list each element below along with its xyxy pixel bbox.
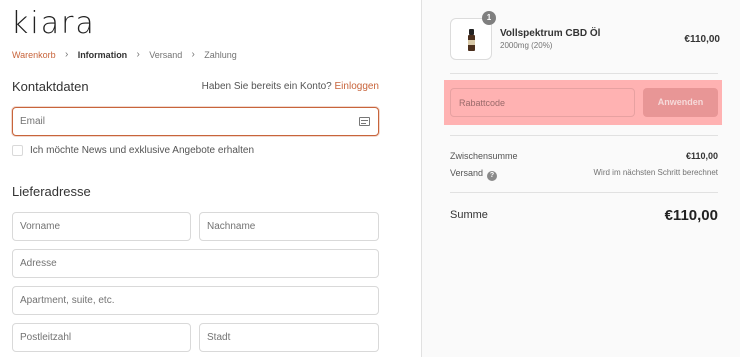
shipping-note: Wird im nächsten Schritt berechnet	[593, 168, 719, 177]
quantity-badge: 1	[482, 11, 496, 25]
shipping-row: Versand? Wird im nächsten Schritt berech…	[450, 168, 718, 181]
newsletter-option[interactable]: Ich möchte News und exklusive Angebote e…	[12, 145, 254, 156]
apply-discount-button[interactable]: Anwenden	[643, 88, 718, 117]
kiara-logo[interactable]: kiara	[11, 7, 96, 41]
total-value: €110,00	[664, 207, 718, 224]
subtotal-value: €110,00	[685, 151, 718, 161]
shipping-section-title: Lieferadresse	[12, 184, 91, 199]
last-name-field[interactable]: Nachname	[199, 212, 379, 241]
chevron-right-icon: ›	[191, 49, 195, 60]
address-field[interactable]: Adresse	[12, 249, 379, 278]
chevron-right-icon: ›	[136, 49, 140, 60]
product-name: Vollspektrum CBD Öl	[500, 28, 601, 39]
login-link[interactable]: Einloggen	[335, 81, 379, 92]
divider	[450, 135, 718, 136]
discount-code-input[interactable]: Rabattcode	[450, 88, 635, 117]
shipping-label: Versand	[450, 168, 484, 178]
order-summary-panel: 1 Vollspektrum CBD Öl 2000mg (20%) €110,…	[421, 0, 740, 357]
last-name-placeholder: Nachname	[207, 221, 256, 232]
email-field[interactable]: Email	[12, 107, 379, 136]
product-price: €110,00	[684, 34, 720, 45]
city-placeholder: Stadt	[207, 332, 231, 343]
oil-bottle-icon	[468, 29, 475, 51]
address-placeholder: Adresse	[20, 258, 57, 269]
zip-field[interactable]: Postleitzahl	[12, 323, 191, 352]
email-placeholder: Email	[20, 116, 46, 127]
breadcrumb-information: Information	[77, 49, 128, 60]
discount-placeholder: Rabattcode	[459, 97, 506, 108]
contact-section-title: Kontaktdaten	[12, 79, 89, 94]
subtotal-row: Zwischensumme €110,00	[450, 151, 718, 161]
login-prompt-text: Haben Sie bereits ein Konto?	[201, 81, 332, 92]
breadcrumb-cart-link[interactable]: Warenkorb	[12, 50, 56, 60]
contact-card-icon	[359, 117, 370, 126]
help-icon[interactable]: ?	[487, 171, 498, 181]
apartment-field[interactable]: Apartment, suite, etc.	[12, 286, 379, 315]
city-field[interactable]: Stadt	[199, 323, 379, 352]
divider	[450, 192, 718, 193]
chevron-right-icon: ›	[65, 49, 69, 60]
first-name-placeholder: Vorname	[20, 221, 61, 232]
newsletter-checkbox[interactable]	[12, 145, 23, 156]
apartment-placeholder: Apartment, suite, etc.	[20, 295, 115, 306]
zip-placeholder: Postleitzahl	[20, 332, 72, 343]
order-line-item: 1 Vollspektrum CBD Öl 2000mg (20%) €110,…	[450, 11, 720, 60]
checkout-form-panel: kiara Warenkorb › Information › Versand …	[0, 0, 421, 357]
login-prompt: Haben Sie bereits ein Konto? Einloggen	[202, 81, 379, 92]
product-variant: 2000mg (20%)	[500, 41, 553, 50]
total-label: Summe	[450, 209, 488, 221]
newsletter-label: Ich möchte News und exklusive Angebote e…	[30, 145, 255, 156]
breadcrumb-shipping: Versand	[149, 49, 183, 60]
breadcrumb: Warenkorb › Information › Versand › Zahl…	[12, 49, 237, 60]
subtotal-label: Zwischensumme	[450, 151, 518, 161]
first-name-field[interactable]: Vorname	[12, 212, 191, 241]
breadcrumb-payment: Zahlung	[204, 49, 237, 60]
divider	[450, 73, 718, 74]
